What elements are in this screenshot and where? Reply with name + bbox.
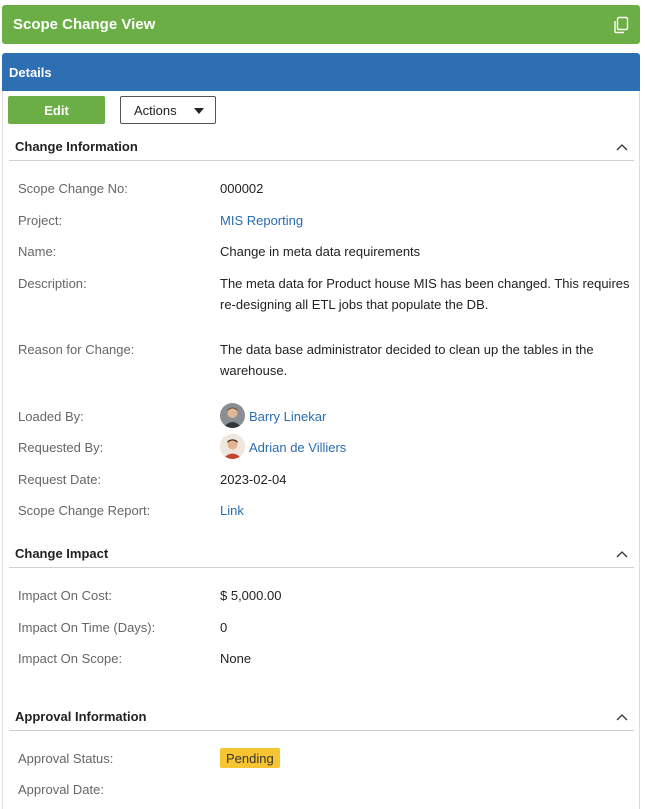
chevron-up-icon[interactable] — [616, 713, 628, 721]
impact-time-label: Impact On Time (Days): — [18, 620, 156, 635]
actions-label: Actions — [134, 102, 177, 118]
approval-date-label: Approval Date: — [18, 782, 104, 797]
reason-label: Reason for Change: — [18, 342, 135, 357]
section-change-information[interactable]: Change Information — [9, 137, 634, 161]
request-date-value: 2023-02-04 — [220, 472, 287, 487]
name-label: Name: — [18, 244, 57, 259]
impact-scope-label: Impact On Scope: — [18, 651, 123, 666]
impact-cost-label: Impact On Cost: — [18, 588, 112, 603]
request-date-label: Request Date: — [18, 472, 102, 487]
actions-dropdown[interactable]: Actions — [120, 96, 216, 124]
loaded-by-link[interactable]: Barry Linekar — [249, 406, 326, 427]
scope-change-no-value: 000002 — [220, 181, 264, 196]
avatar — [220, 434, 245, 459]
impact-time-value: 0 — [220, 620, 228, 635]
page-title: Scope Change View — [13, 16, 156, 33]
scope-change-no-label: Scope Change No: — [18, 181, 128, 196]
status-badge: Pending — [220, 748, 280, 768]
requested-by-label: Requested By: — [18, 440, 104, 455]
approval-status-label: Approval Status: — [18, 751, 114, 766]
caret-down-icon — [194, 108, 204, 114]
section-title: Approval Information — [15, 709, 147, 724]
name-value: Change in meta data requirements — [220, 244, 421, 259]
reason-value: The data base administrator decided to c… — [220, 342, 594, 378]
impact-cost-value: $ 5,000.00 — [220, 588, 282, 603]
description-label: Description: — [18, 276, 87, 291]
copy-icon[interactable] — [612, 16, 630, 34]
description-value: The meta data for Product house MIS has … — [220, 276, 630, 312]
section-title: Change Information — [15, 139, 138, 154]
section-change-impact[interactable]: Change Impact — [9, 544, 634, 568]
details-panel-title: Details — [9, 64, 52, 80]
scope-change-report-label: Scope Change Report: — [18, 503, 151, 518]
section-approval-information[interactable]: Approval Information — [9, 707, 634, 731]
chevron-up-icon[interactable] — [616, 143, 628, 151]
requested-by-link[interactable]: Adrian de Villiers — [249, 437, 346, 458]
avatar — [220, 403, 245, 428]
project-label: Project: — [18, 213, 63, 228]
details-panel-header: Details — [2, 53, 640, 91]
loaded-by-label: Loaded By: — [18, 409, 84, 424]
edit-button[interactable]: Edit — [8, 96, 105, 124]
chevron-up-icon[interactable] — [616, 550, 628, 558]
scope-change-report-link[interactable]: Link — [220, 500, 244, 521]
impact-scope-value: None — [220, 651, 252, 666]
section-title: Change Impact — [15, 546, 109, 561]
title-bar: Scope Change View — [2, 5, 640, 44]
project-link[interactable]: MIS Reporting — [220, 210, 303, 231]
